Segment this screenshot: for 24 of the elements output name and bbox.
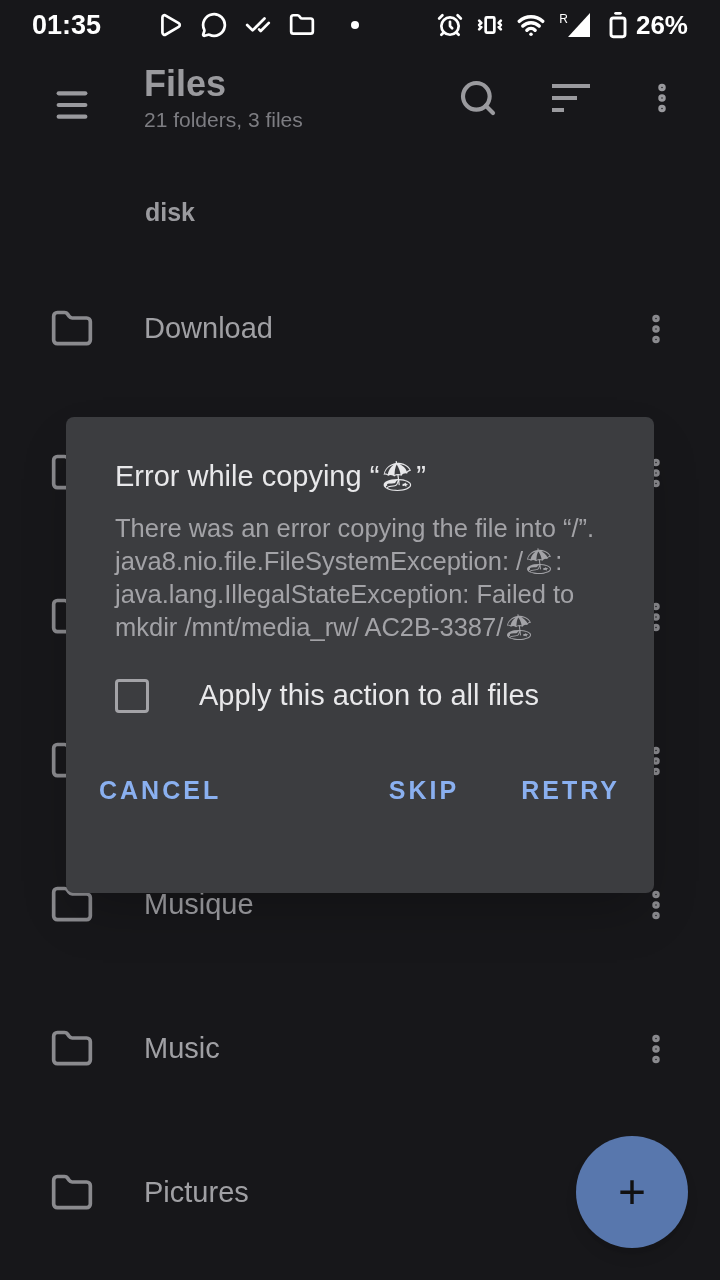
folder-name: Download: [144, 311, 273, 347]
sort-icon[interactable]: [552, 84, 590, 112]
clock: 01:35: [32, 8, 103, 42]
folder-name: Music: [144, 1031, 220, 1067]
checkbox[interactable]: [115, 678, 149, 713]
search-icon[interactable]: [458, 78, 498, 118]
dialog-button[interactable]: SKIP: [372, 761, 476, 819]
folder-icon: [289, 12, 315, 38]
dialog-title: Error while copying “🏖”: [115, 459, 427, 494]
section-header: disk: [145, 198, 196, 226]
alarm-icon: [437, 12, 464, 38]
roaming-label: R: [559, 13, 568, 25]
folder-name: Musique: [144, 887, 254, 923]
add-button[interactable]: +: [576, 1136, 688, 1248]
toolbar-title: Files: [144, 62, 228, 106]
signal-icon: [567, 13, 590, 37]
chat-icon: [201, 12, 227, 38]
folder-name: Pictures: [144, 1175, 249, 1211]
dialog-button[interactable]: CANCEL: [83, 761, 238, 819]
dialog-message: There was an error copying the file into “/”. java8.nio.file.FileSystemException: /🏖: java.lang.IllegalStateException: Failed to mkdir /mnt/media_rw/ AC2B-3387/🏖: [115, 513, 596, 643]
battery-percent: 26%: [635, 8, 688, 42]
dialog-button[interactable]: RETRY: [505, 761, 636, 819]
checkbox-label: Apply this action to all files: [199, 678, 540, 713]
toolbar-subtitle: 21 folders, 3 files: [144, 107, 303, 133]
